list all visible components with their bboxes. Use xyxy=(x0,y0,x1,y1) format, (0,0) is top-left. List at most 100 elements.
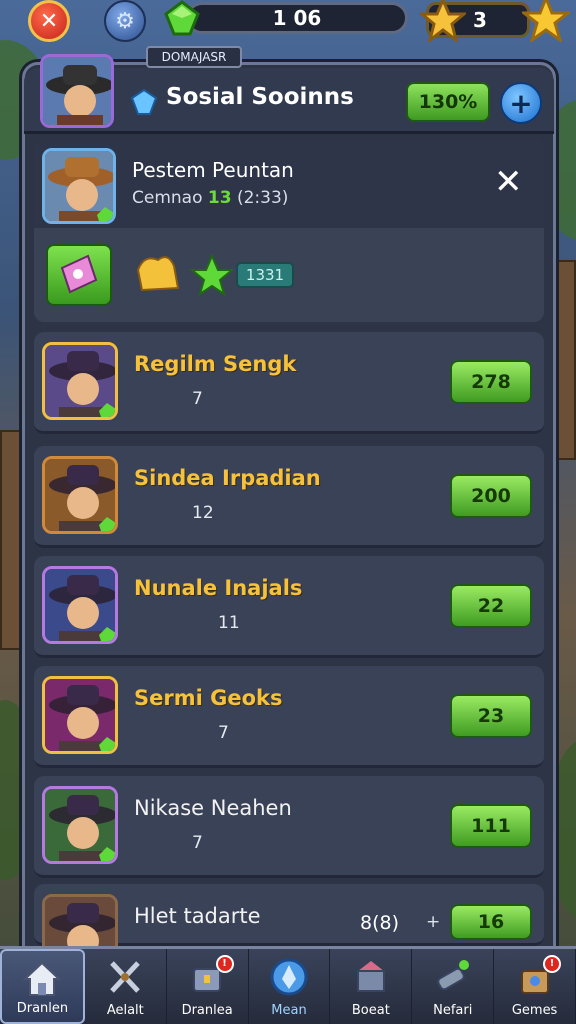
star-icon xyxy=(134,502,158,524)
featured-sub-time: (2:33) xyxy=(236,188,289,208)
star-icon xyxy=(186,722,210,744)
list-item[interactable]: Sermi Geoks 7 23 xyxy=(34,666,544,768)
bottom-nav: Dranlen Aelalt! Dranlea Mean Boeat Nefari! Gem… xyxy=(0,946,576,1024)
list-item[interactable]: Nunale Inajals 11 22 xyxy=(34,556,544,658)
list-item[interactable]: Hlet tadarte 8(8) +16 xyxy=(34,884,544,972)
gear-icon: ⚙ xyxy=(115,8,135,34)
top-bar: ✕ ⚙ 1 06 3 xyxy=(0,0,576,44)
list-item-name: Sindea Irpadian xyxy=(134,466,321,490)
list-item-avatar xyxy=(42,786,118,864)
mail-icon xyxy=(350,957,392,997)
crest-icon xyxy=(268,957,310,997)
list-item[interactable]: Nikase Neahen 7 111 xyxy=(34,776,544,878)
list-item-level: 11 xyxy=(218,613,240,633)
star-icon xyxy=(134,722,158,744)
nav-item-dranlea[interactable]: ! Dranlea xyxy=(167,949,249,1024)
fence-post-decor xyxy=(0,430,22,650)
featured-count: 1331 xyxy=(236,262,294,288)
list-item-value-button[interactable]: 278 xyxy=(450,360,532,404)
nav-label: Aelalt xyxy=(106,1003,144,1018)
nav-item-gemes[interactable]: ! Gemes xyxy=(494,949,576,1024)
list-item[interactable]: Regilm Sengk 7 278 xyxy=(34,332,544,434)
star-icon xyxy=(160,612,184,634)
star-icon xyxy=(186,612,210,634)
featured-sub-level: 13 xyxy=(207,188,232,208)
character-portrait-icon xyxy=(45,345,115,417)
list-item-extra: 8(8) xyxy=(360,912,400,934)
list-item-name: Hlet tadarte xyxy=(134,904,261,928)
notification-badge: ! xyxy=(215,955,234,973)
list-item-level: 7 xyxy=(218,723,229,743)
star-count: 3 xyxy=(473,8,487,32)
featured-card[interactable]: Pestem Peuntan Cemnao 13 (2:33) ✕ 1331 xyxy=(34,140,544,322)
list-item-level: 12 xyxy=(192,503,214,523)
featured-subtitle: Cemnao 13 (2:33) xyxy=(132,188,288,208)
star-icon xyxy=(134,388,158,410)
list-item-value-button[interactable]: 23 xyxy=(450,694,532,738)
close-button[interactable]: ✕ xyxy=(28,0,70,42)
plus-icon: + xyxy=(509,86,533,120)
character-portrait-icon xyxy=(45,569,115,641)
nav-label: Dranlen xyxy=(16,1001,69,1016)
add-button[interactable]: + xyxy=(500,82,542,124)
nav-label: Dranlea xyxy=(181,1003,233,1018)
list-item-extra-plus: + xyxy=(426,912,441,932)
list-item-rating: 11 xyxy=(134,612,240,634)
list-item-level: 7 xyxy=(192,389,203,409)
featured-close-button[interactable]: ✕ xyxy=(494,162,523,202)
ticket-icon xyxy=(60,254,98,294)
list-item-name: Nunale Inajals xyxy=(134,576,303,600)
list-item-name: Regilm Sengk xyxy=(134,352,297,376)
home-icon xyxy=(21,959,63,999)
list-item-avatar xyxy=(42,456,118,534)
featured-action-button[interactable] xyxy=(46,244,112,306)
percent-button[interactable]: 130% xyxy=(406,82,490,122)
character-portrait-icon xyxy=(45,789,115,861)
character-portrait-icon xyxy=(45,679,115,751)
star-icon xyxy=(134,612,158,634)
coin-count: 1 06 xyxy=(272,6,322,30)
nav-label: Mean xyxy=(271,1003,307,1018)
star-icon xyxy=(160,722,184,744)
green-gem-icon xyxy=(164,0,200,36)
glove-and-star-icon xyxy=(136,253,235,297)
panel-title: Sosial Sooinns xyxy=(166,84,354,110)
nav-label: Nefari xyxy=(433,1003,473,1018)
player-avatar[interactable] xyxy=(40,54,114,128)
settings-button[interactable]: ⚙ xyxy=(104,0,146,42)
list-item-rating: 7 xyxy=(134,832,203,854)
list-item-value-button[interactable]: 111 xyxy=(450,804,532,848)
nav-item-mean[interactable]: Mean xyxy=(249,949,331,1024)
panel-header: Sosial Sooinns 130% + xyxy=(24,54,554,134)
star-icon xyxy=(160,502,184,524)
list-item[interactable]: Sindea Irpadian 12 200 xyxy=(34,446,544,548)
list-item-name: Sermi Geoks xyxy=(134,686,283,710)
list-item-rating: 7 xyxy=(134,388,203,410)
nav-item-nefari[interactable]: Nefari xyxy=(412,949,495,1024)
list-item-avatar xyxy=(42,676,118,754)
list-item-value-button[interactable]: 22 xyxy=(450,584,532,628)
swords-icon xyxy=(104,957,146,997)
featured-portrait-icon xyxy=(45,151,113,221)
featured-avatar xyxy=(42,148,116,224)
nav-item-boeat[interactable]: Boeat xyxy=(330,949,413,1024)
featured-sub-prefix: Cemnao xyxy=(132,188,203,208)
nav-label: Gemes xyxy=(511,1003,558,1018)
list-item-value-button[interactable]: 200 xyxy=(450,474,532,518)
notification-badge: ! xyxy=(543,955,562,973)
nav-item-dranlen[interactable]: Dranlen xyxy=(0,949,85,1024)
list-item-avatar xyxy=(42,342,118,420)
list-item-name: Nikase Neahen xyxy=(134,796,292,820)
star-icon xyxy=(134,832,158,854)
panel-tag: DOMAJASR xyxy=(146,46,242,68)
cannon-icon xyxy=(432,957,474,997)
close-icon: ✕ xyxy=(39,8,59,34)
list-item-avatar xyxy=(42,566,118,644)
star-icon xyxy=(160,388,184,410)
coin-counter: 1 06 xyxy=(186,2,408,34)
star-icon xyxy=(160,832,184,854)
list-item-value-button[interactable]: 16 xyxy=(450,904,532,940)
star-shop-icon[interactable] xyxy=(522,0,570,42)
nav-item-aelalt[interactable]: Aelalt xyxy=(85,949,167,1024)
list-item-level: 7 xyxy=(192,833,203,853)
